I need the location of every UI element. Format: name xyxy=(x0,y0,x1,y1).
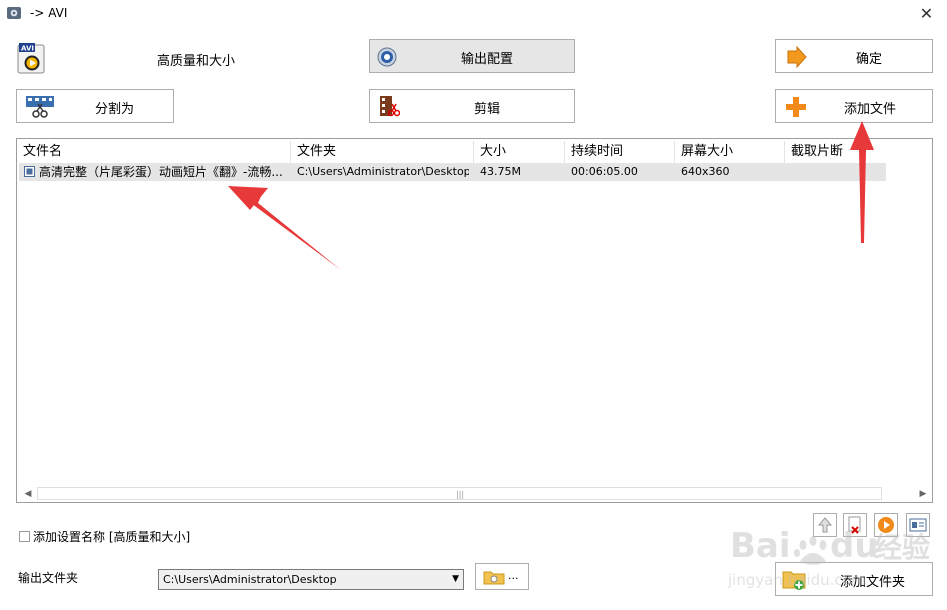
browse-label: ... xyxy=(508,569,519,582)
split-button[interactable]: 分割为 xyxy=(16,89,174,123)
svg-text:du: du xyxy=(830,526,879,566)
video-file-icon xyxy=(24,166,35,177)
cell-resolution: 640x360 xyxy=(681,165,730,178)
output-folder-select[interactable]: C:\Users\Administrator\Desktop ▼ xyxy=(158,569,464,590)
svg-text:AVI: AVI xyxy=(21,45,34,53)
column-header-clip[interactable]: 截取片断 xyxy=(785,141,932,163)
baidu-watermark: Bai du 经验 jingyan.baidu.com xyxy=(728,526,930,589)
scroll-left-icon[interactable]: ◀ xyxy=(22,488,34,500)
cell-duration: 00:06:05.00 xyxy=(571,165,638,178)
cell-folder: C:\Users\Administrator\Desktop\... xyxy=(297,165,469,178)
output-config-label: 输出配置 xyxy=(461,52,514,67)
scrollbar-grip-icon: ||| xyxy=(456,490,465,499)
ok-label: 确定 xyxy=(856,52,883,67)
add-file-label: 添加文件 xyxy=(844,102,897,117)
split-scissors-icon xyxy=(26,96,54,118)
table-row[interactable]: 高清完整（片尾彩蛋）动画短片《翻》-流畅... C:\Users\Adminis… xyxy=(19,163,886,181)
scrollbar-thumb[interactable]: ||| xyxy=(37,487,882,500)
file-list-header: 文件名 文件夹 大小 持续时间 屏幕大小 截取片断 xyxy=(17,141,932,163)
film-scissors-icon xyxy=(380,96,400,117)
column-header-screen-size[interactable]: 屏幕大小 xyxy=(675,141,785,163)
column-header-duration[interactable]: 持续时间 xyxy=(565,141,675,163)
edit-label: 剪辑 xyxy=(474,102,501,117)
app-icon xyxy=(7,7,21,19)
chevron-down-icon: ▼ xyxy=(452,574,459,584)
column-header-filename[interactable]: 文件名 xyxy=(17,141,291,163)
svg-text:Bai: Bai xyxy=(730,526,791,566)
avi-format-icon: AVI xyxy=(17,43,45,74)
cell-clip xyxy=(791,163,881,181)
horizontal-scrollbar[interactable]: ◀ ||| ▶ xyxy=(18,486,931,502)
edit-button[interactable]: 剪辑 xyxy=(369,89,575,123)
output-folder-value: C:\Users\Administrator\Desktop xyxy=(163,573,337,586)
settings-gear-icon xyxy=(377,47,397,67)
close-icon: ✕ xyxy=(919,4,934,23)
cell-filename: 高清完整（片尾彩蛋）动画短片《翻》-流畅... xyxy=(39,165,283,179)
close-button[interactable]: ✕ xyxy=(906,0,947,28)
cell-size: 43.75M xyxy=(480,165,521,178)
svg-text:经验: 经验 xyxy=(874,531,930,564)
add-setting-name-checkbox[interactable] xyxy=(19,531,30,542)
svg-text:jingyan.baidu.com: jingyan.baidu.com xyxy=(728,571,866,589)
plus-icon xyxy=(786,97,806,117)
file-list[interactable]: 文件名 文件夹 大小 持续时间 屏幕大小 截取片断 高清完整（片尾彩蛋）动画短片… xyxy=(16,138,933,503)
title-bar: -> AVI ✕ xyxy=(0,0,947,28)
browse-folder-button[interactable]: ... xyxy=(475,563,529,590)
profile-label: 高质量和大小 xyxy=(157,54,236,69)
column-header-folder[interactable]: 文件夹 xyxy=(291,141,474,163)
ok-button[interactable]: 确定 xyxy=(775,39,933,73)
output-config-button[interactable]: 输出配置 xyxy=(369,39,575,73)
scroll-right-icon[interactable]: ▶ xyxy=(917,488,929,500)
output-folder-label: 输出文件夹 xyxy=(18,571,79,585)
add-setting-name-label: 添加设置名称 [高质量和大小] xyxy=(33,530,191,544)
add-file-button[interactable]: 添加文件 xyxy=(775,89,933,123)
column-header-size[interactable]: 大小 xyxy=(474,141,565,163)
folder-icon xyxy=(483,571,505,585)
split-label: 分割为 xyxy=(95,102,135,117)
arrow-right-icon xyxy=(787,46,807,68)
window-title: -> AVI xyxy=(30,6,68,20)
